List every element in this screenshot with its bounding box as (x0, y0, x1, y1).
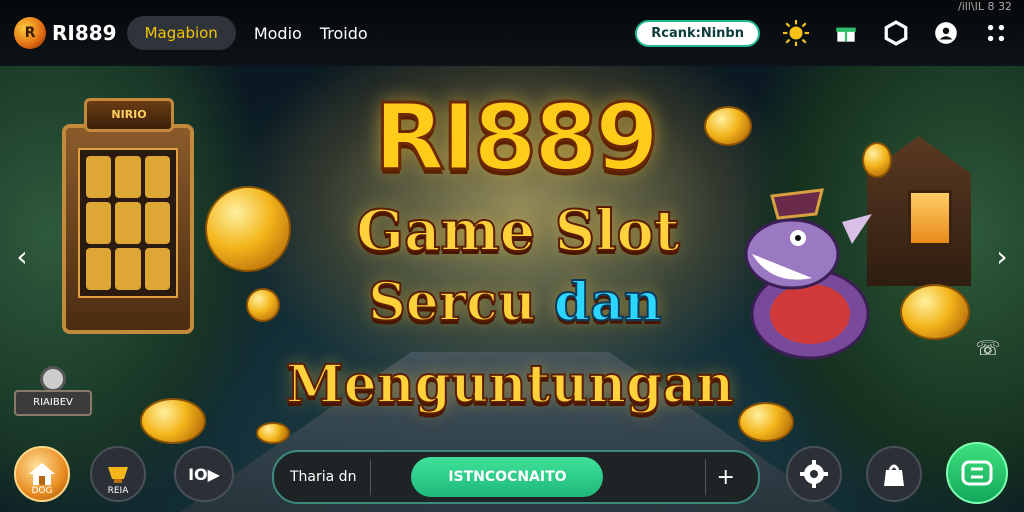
bag-button[interactable] (866, 446, 922, 502)
support-icon[interactable]: ☏ (974, 336, 1002, 364)
gear-icon (800, 460, 828, 488)
hero-line-2b: dan (553, 271, 663, 334)
gold-coin (256, 422, 290, 444)
gold-coin (246, 288, 280, 322)
home-label: DOG (31, 486, 53, 496)
hero-line-2a: Sercu (367, 271, 537, 334)
switch-icon (961, 460, 993, 486)
nav-link-1[interactable]: Modio (254, 24, 302, 43)
bag-icon (884, 464, 904, 486)
app-switch-button[interactable] (946, 442, 1008, 504)
hero-line-2: Sercu dan (330, 271, 700, 334)
search-label: Tharia dn (290, 469, 357, 485)
reel-symbol (86, 156, 112, 198)
gear-icon (40, 366, 66, 392)
reel-symbol (115, 202, 141, 244)
gold-coin (862, 142, 892, 178)
reel-symbol (144, 156, 170, 198)
reel-symbol (86, 202, 112, 244)
side-badge-label: RIAIBEV (14, 390, 92, 416)
sun-icon[interactable] (782, 19, 810, 47)
reel-symbol (115, 156, 141, 198)
divider (370, 459, 372, 495)
house-window (908, 190, 952, 246)
carousel-next-button[interactable]: › (988, 236, 1016, 276)
user-icon[interactable] (932, 19, 960, 47)
carousel-prev-button[interactable]: ‹ (8, 236, 36, 276)
hero-line-1: Game Slot (355, 197, 680, 265)
reel-symbol (144, 248, 170, 290)
slot-sign: NIRIO (84, 98, 174, 132)
rank-badge[interactable]: Rcank:Ninbn (635, 19, 760, 47)
hero-banner[interactable]: NIRIO RI889 Game Slot Sercu dan Menguntu… (0, 66, 1024, 512)
settings-button[interactable] (786, 446, 842, 502)
hero-title: RI889 (372, 83, 660, 193)
menu-dots-icon[interactable] (982, 19, 1010, 47)
nav-link-2[interactable]: Troido (320, 24, 368, 43)
mascot-illustration (744, 188, 872, 360)
search-submit-button[interactable]: ISTNCOCNAITO (411, 457, 604, 497)
search-bar[interactable]: Tharia dn ISTNCOCNAITO + (272, 450, 760, 504)
gift-icon[interactable] (832, 19, 860, 47)
side-badge[interactable]: RIAIBEV (14, 366, 92, 418)
status-indicator: /ill\IL 8 32 (958, 0, 1012, 13)
divider (705, 459, 707, 495)
home-button[interactable]: DOG (14, 446, 70, 502)
gold-coin (704, 106, 752, 146)
slot-reels (78, 148, 178, 298)
home-icon (29, 463, 55, 485)
nav-tab-active[interactable]: Magabion (126, 16, 236, 50)
reel-symbol (86, 248, 112, 290)
top-navbar: R RI889 Magabion Modio Troido Rcank:Ninb… (0, 0, 1024, 66)
hero-line-3: Menguntungan (285, 353, 735, 416)
reel-symbol (115, 248, 141, 290)
brand-logo[interactable]: R RI889 (14, 17, 117, 49)
gold-coin (140, 398, 206, 444)
gold-coin (900, 284, 970, 340)
play-button[interactable]: IO▶ (174, 446, 234, 502)
rank-label: REIA (107, 486, 129, 496)
trophy-icon (108, 467, 128, 483)
reel-symbol (144, 202, 170, 244)
plus-icon[interactable]: + (716, 465, 734, 490)
rank-button[interactable]: REIA (90, 446, 146, 502)
logo-text: RI889 (52, 21, 117, 45)
slot-machine-illustration: NIRIO (62, 98, 194, 334)
gold-coin (205, 186, 291, 272)
hexagon-icon[interactable] (882, 19, 910, 47)
logo-icon: R (14, 17, 46, 49)
